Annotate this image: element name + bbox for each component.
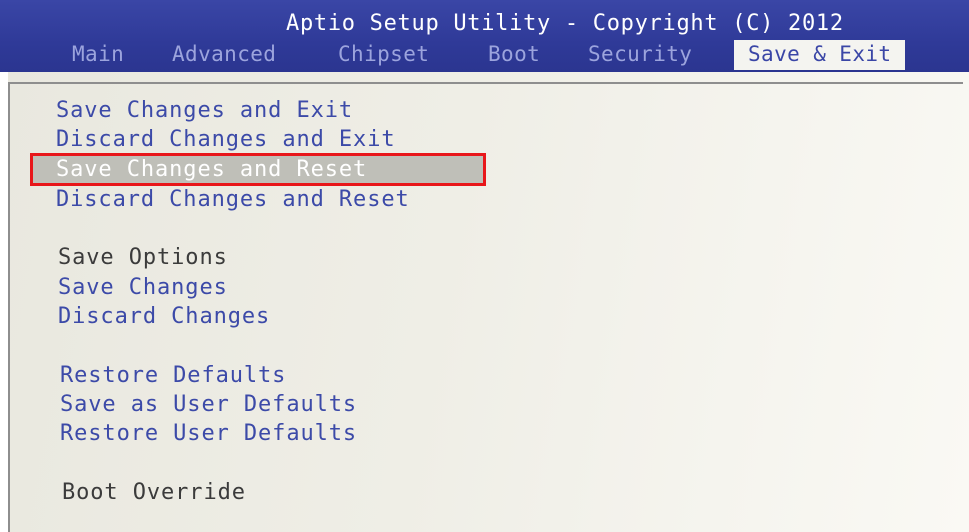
- menu-item-save-changes[interactable]: Save Changes: [58, 275, 228, 301]
- menu-item-save-changes-and-reset[interactable]: Save Changes and Reset: [56, 157, 367, 183]
- page-title: Aptio Setup Utility - Copyright (C) 2012: [286, 11, 844, 36]
- menu-item-discard-changes-and-exit[interactable]: Discard Changes and Exit: [56, 127, 395, 153]
- tab-boot[interactable]: Boot: [488, 40, 540, 70]
- header-bar: Aptio Setup Utility - Copyright (C) 2012…: [0, 0, 969, 72]
- section-label-boot-override: Boot Override: [62, 480, 246, 505]
- menu-item-save-as-user-defaults[interactable]: Save as User Defaults: [60, 392, 357, 418]
- menu-item-discard-changes-and-reset[interactable]: Discard Changes and Reset: [56, 187, 410, 213]
- tab-main[interactable]: Main: [72, 40, 124, 70]
- tab-advanced[interactable]: Advanced: [172, 40, 276, 70]
- tab-chipset[interactable]: Chipset: [338, 40, 429, 70]
- menu-item-save-changes-and-exit[interactable]: Save Changes and Exit: [56, 98, 353, 124]
- section-label-save-options: Save Options: [58, 245, 228, 270]
- bios-setup-screen: Aptio Setup Utility - Copyright (C) 2012…: [0, 0, 969, 532]
- menu-item-discard-changes[interactable]: Discard Changes: [58, 304, 270, 330]
- menu-item-restore-defaults[interactable]: Restore Defaults: [60, 363, 286, 389]
- menu-item-restore-user-defaults[interactable]: Restore User Defaults: [60, 421, 357, 447]
- tab-security[interactable]: Security: [588, 40, 692, 70]
- tab-save-exit[interactable]: Save & Exit: [734, 40, 906, 70]
